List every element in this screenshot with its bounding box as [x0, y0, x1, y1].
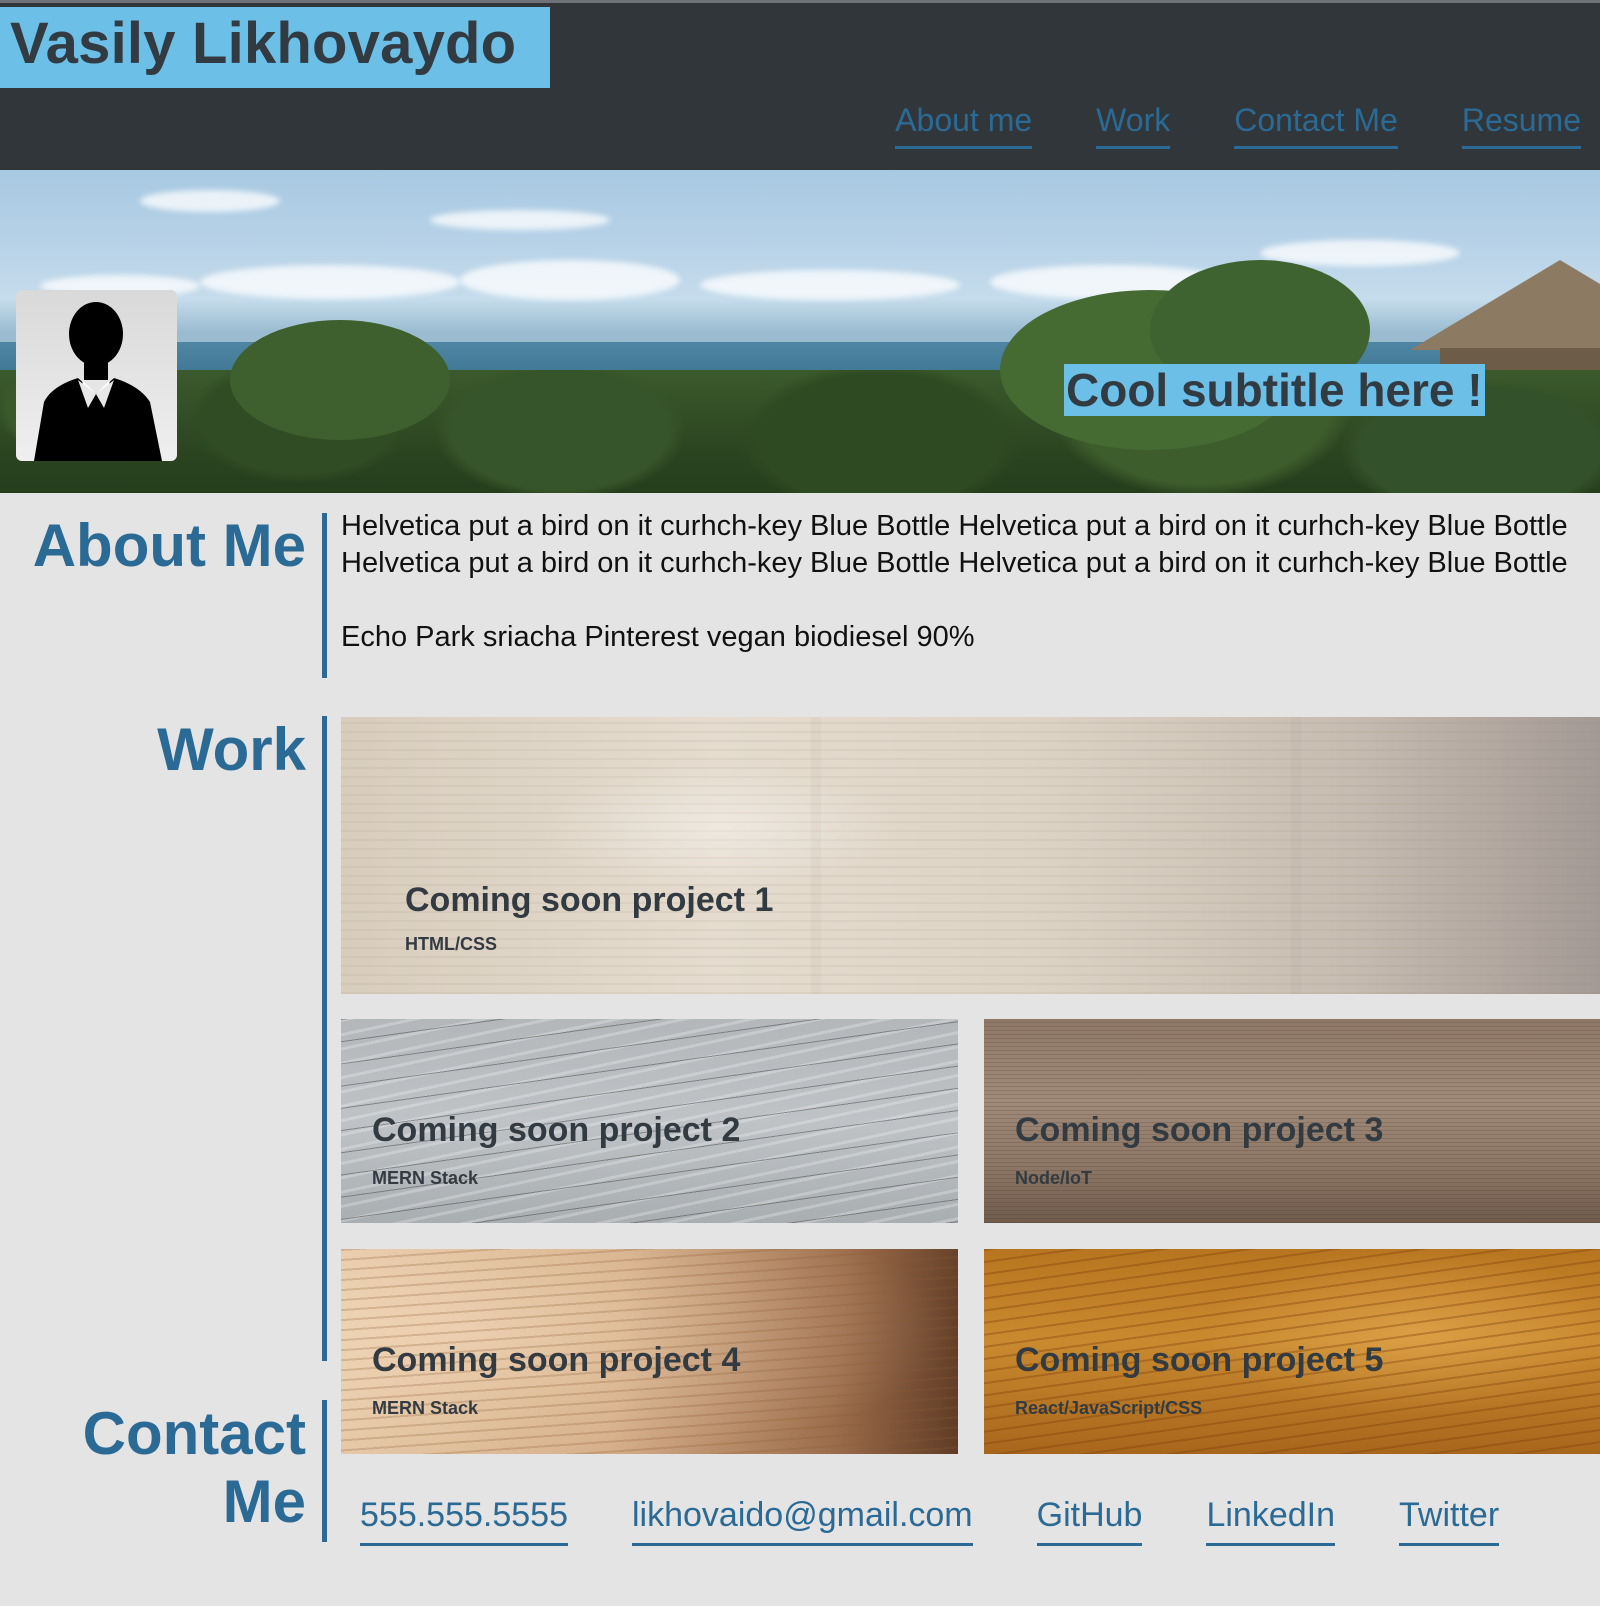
- cloud: [140, 190, 280, 212]
- contact-twitter-link[interactable]: Twitter: [1399, 1495, 1500, 1546]
- nav-contact[interactable]: Contact Me: [1234, 101, 1398, 149]
- project-card-3[interactable]: Coming soon project 3 Node/IoT: [984, 1019, 1600, 1223]
- hut-roof: [1410, 260, 1600, 350]
- hero-banner: Cool subtitle here !: [0, 170, 1600, 493]
- cloud: [460, 260, 680, 300]
- project-tag: HTML/CSS: [405, 934, 497, 954]
- project-title: Coming soon project 4: [372, 1341, 741, 1379]
- site-header: Vasily Likhovaydo About me Work Contact …: [0, 0, 1600, 170]
- cloud: [430, 210, 610, 230]
- about-heading: About Me: [32, 512, 306, 579]
- work-heading: Work: [157, 716, 306, 783]
- project-title: Coming soon project 5: [1015, 1341, 1384, 1379]
- about-paragraph: Helvetica put a bird on it curhch-key Bl…: [341, 510, 1568, 579]
- contact-divider: [322, 1400, 327, 1542]
- site-title[interactable]: Vasily Likhovaydo: [0, 7, 550, 88]
- about-paragraph: Echo Park sriacha Pinterest vegan biodie…: [341, 621, 975, 653]
- nav-resume[interactable]: Resume: [1461, 101, 1581, 149]
- cloud: [700, 270, 960, 300]
- avatar: [16, 290, 177, 461]
- contact-heading-line2: Me: [222, 1468, 306, 1535]
- project-card-2[interactable]: Coming soon project 2 MERN Stack: [341, 1019, 958, 1223]
- project-card-5[interactable]: Coming soon project 5 React/JavaScript/C…: [984, 1249, 1600, 1454]
- main-nav: About me Work Contact Me Resume: [895, 101, 1581, 149]
- bush: [230, 320, 450, 440]
- project-tag: React/JavaScript/CSS: [1015, 1398, 1203, 1418]
- contact-heading-line1: Contact: [82, 1400, 306, 1467]
- hero-subtitle: Cool subtitle here !: [1064, 364, 1485, 416]
- project-card-4[interactable]: Coming soon project 4 MERN Stack: [341, 1249, 958, 1454]
- cloud: [200, 265, 460, 299]
- about-text: Helvetica put a bird on it curhch-key Bl…: [341, 508, 1581, 656]
- project-card-1[interactable]: Coming soon project 1 HTML/CSS: [341, 717, 1600, 994]
- about-divider: [322, 513, 327, 678]
- project-tag: MERN Stack: [372, 1398, 479, 1418]
- contact-heading: Contact Me: [83, 1400, 306, 1536]
- work-divider: [322, 716, 327, 1361]
- contact-phone-link[interactable]: 555.555.5555: [360, 1495, 568, 1546]
- project-title: Coming soon project 1: [405, 881, 774, 919]
- project-tag: Node/IoT: [1015, 1168, 1092, 1188]
- nav-work[interactable]: Work: [1096, 101, 1171, 149]
- contact-email-link[interactable]: likhovaido@gmail.com: [631, 1495, 973, 1546]
- project-title: Coming soon project 3: [1015, 1111, 1384, 1149]
- project-tag: MERN Stack: [372, 1168, 479, 1188]
- contact-linkedin-link[interactable]: LinkedIn: [1206, 1495, 1336, 1546]
- contact-github-link[interactable]: GitHub: [1036, 1495, 1143, 1546]
- contact-links: 555.555.5555 likhovaido@gmail.com GitHub…: [360, 1495, 1500, 1546]
- nav-about[interactable]: About me: [895, 101, 1033, 149]
- project-title: Coming soon project 2: [372, 1111, 741, 1149]
- silhouette-icon: [34, 302, 162, 461]
